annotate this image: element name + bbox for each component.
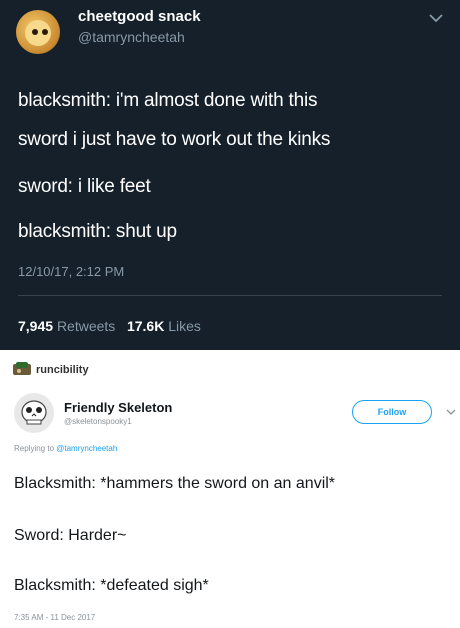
divider — [18, 295, 442, 296]
display-name[interactable]: Friendly Skeleton — [64, 400, 172, 415]
replying-to: Replying to @tamryncheetah — [14, 444, 117, 453]
likes-label[interactable]: Likes — [168, 318, 201, 334]
tweet-stats: 7,945 Retweets 17.6K Likes — [18, 318, 201, 334]
tweet-text-line: sword i just have to work out the kinks — [18, 129, 331, 150]
replying-to-handle[interactable]: @tamryncheetah — [56, 444, 117, 453]
retweets-label[interactable]: Retweets — [57, 318, 115, 334]
tweet-card-light: runcibility Friendly Skeleton @skeletons… — [0, 350, 460, 628]
retweet-avatar-icon — [13, 362, 31, 375]
tweet-text-line: blacksmith: i'm almost done with this — [18, 90, 318, 111]
avatar[interactable] — [14, 393, 54, 433]
display-name[interactable]: cheetgood snack — [78, 8, 201, 25]
user-handle[interactable]: @tamryncheetah — [78, 29, 185, 45]
tweet-text-line: blacksmith: shut up — [18, 221, 177, 242]
skeleton-icon — [21, 400, 47, 425]
tweet-card-dark: cheetgood snack @tamryncheetah blacksmit… — [0, 0, 460, 350]
follow-button[interactable]: Follow — [352, 400, 432, 424]
tweet-timestamp[interactable]: 12/10/17, 2:12 PM — [18, 264, 124, 279]
avatar[interactable] — [16, 10, 60, 54]
user-handle[interactable]: @skeletonspooky1 — [64, 417, 132, 426]
tweet-text-line: Sword: Harder~ — [14, 527, 127, 544]
likes-count[interactable]: 17.6K — [127, 318, 164, 334]
screenshot-composite: cheetgood snack @tamryncheetah blacksmit… — [0, 0, 460, 628]
retweeted-by-name[interactable]: runcibility — [36, 364, 89, 376]
chevron-down-icon[interactable] — [446, 408, 456, 416]
retweets-count[interactable]: 7,945 — [18, 318, 53, 334]
replying-prefix: Replying to — [14, 444, 55, 453]
tweet-timestamp[interactable]: 7:35 AM - 11 Dec 2017 — [14, 613, 95, 622]
chevron-down-icon[interactable] — [428, 12, 444, 24]
tweet-text-line: Blacksmith: *defeated sigh* — [14, 577, 209, 594]
tweet-text-line: Blacksmith: *hammers the sword on an anv… — [14, 475, 336, 492]
tweet-text-line: sword: i like feet — [18, 176, 151, 197]
